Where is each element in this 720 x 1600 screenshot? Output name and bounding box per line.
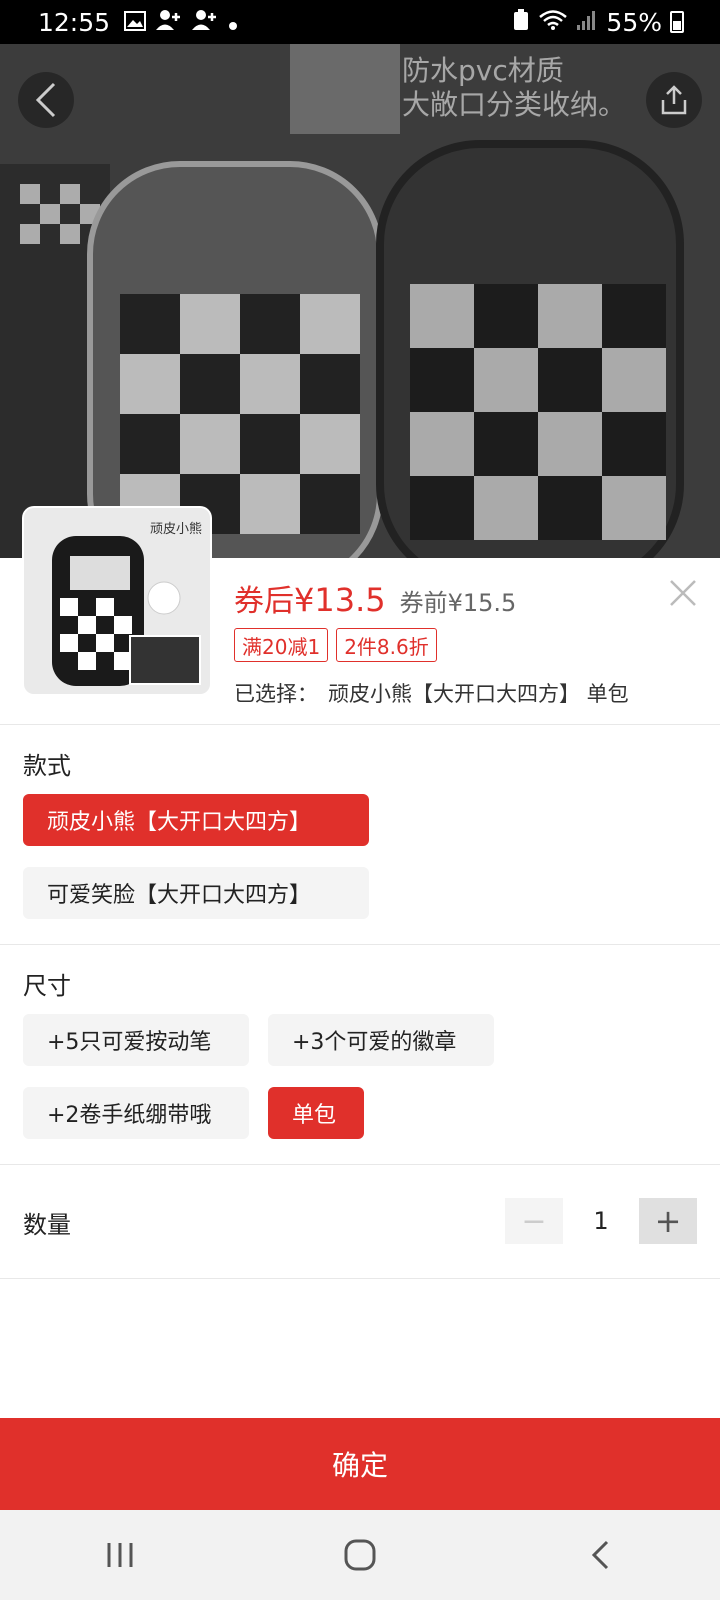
original-price: 券前¥15.5 — [399, 589, 517, 617]
promo-tag: 2件8.6折 — [336, 628, 437, 662]
close-button[interactable] — [668, 578, 698, 608]
size-option-badges[interactable]: +3个可爱的徽章 — [268, 1014, 494, 1066]
quantity-decrement-button[interactable]: − — [505, 1198, 563, 1244]
size-section-title: 尺寸 — [23, 972, 71, 1000]
status-time: 12:55 — [38, 7, 111, 37]
quantity-increment-button[interactable]: + — [639, 1198, 697, 1244]
battery-saver-icon — [512, 8, 530, 37]
selected-value: 顽皮小熊【大开口大四方】 单包 — [328, 682, 629, 706]
product-thumbnail[interactable]: 顽皮小熊 — [24, 508, 210, 694]
thumbnail-tag: 顽皮小熊 — [149, 522, 202, 537]
divider — [0, 944, 720, 945]
size-option-pens[interactable]: +5只可爱按动笔 — [23, 1014, 249, 1066]
person-add-icon — [192, 8, 218, 37]
person-add-icon — [156, 8, 182, 37]
quantity-value[interactable]: 1 — [563, 1198, 639, 1244]
size-option-tape[interactable]: +2卷手纸绷带哦 — [23, 1087, 249, 1139]
image-icon — [124, 8, 147, 37]
back-nav-button[interactable] — [570, 1525, 630, 1585]
close-icon — [670, 580, 696, 606]
coupon-price-value: ¥13.5 — [294, 581, 386, 619]
back-button[interactable] — [18, 72, 74, 128]
promo-tags: 满20减1 2件8.6折 — [234, 628, 437, 662]
divider — [0, 1278, 720, 1279]
wifi-icon — [538, 8, 568, 37]
style-option-smile[interactable]: 可爱笑脸【大开口大四方】 — [23, 867, 369, 919]
dot-icon — [228, 8, 238, 37]
share-icon — [661, 85, 687, 115]
home-button[interactable] — [330, 1525, 390, 1585]
share-button[interactable] — [646, 72, 702, 128]
system-nav-bar — [0, 1510, 720, 1600]
signal-icon — [576, 8, 598, 37]
selected-label: 已选择： — [234, 682, 318, 706]
back-icon — [591, 1540, 609, 1570]
home-icon — [344, 1539, 376, 1571]
promo-tag: 满20减1 — [234, 628, 329, 662]
recent-apps-button[interactable] — [90, 1525, 150, 1585]
coupon-price: 券后¥13.5 — [234, 576, 386, 620]
chevron-left-icon — [35, 82, 56, 118]
battery-icon — [670, 11, 684, 33]
hero-overlay-line: 防水pvc材质 — [402, 54, 564, 87]
hero-overlay-text: 防水pvc材质 大敞口分类收纳。 — [402, 54, 682, 122]
hero-overlay-line: 大敞口分类收纳。 — [402, 88, 627, 121]
status-bar: 12:55 55% — [0, 0, 720, 44]
divider — [0, 1164, 720, 1165]
price-row: 券后¥13.5 券前¥15.5 — [234, 576, 516, 620]
divider — [0, 724, 720, 725]
coupon-price-label: 券后 — [234, 584, 294, 619]
confirm-button[interactable]: 确定 — [0, 1418, 720, 1510]
battery-percent: 55% — [606, 7, 662, 37]
product-hero-image: 防水pvc材质 大敞口分类收纳。 — [0, 44, 720, 558]
recent-apps-icon — [107, 1543, 133, 1567]
quantity-label: 数量 — [23, 1211, 71, 1239]
selected-summary: 已选择： 顽皮小熊【大开口大四方】 单包 — [234, 678, 629, 708]
style-option-bear[interactable]: 顽皮小熊【大开口大四方】 — [23, 794, 369, 846]
style-section-title: 款式 — [23, 752, 71, 780]
size-option-single[interactable]: 单包 — [268, 1087, 364, 1139]
